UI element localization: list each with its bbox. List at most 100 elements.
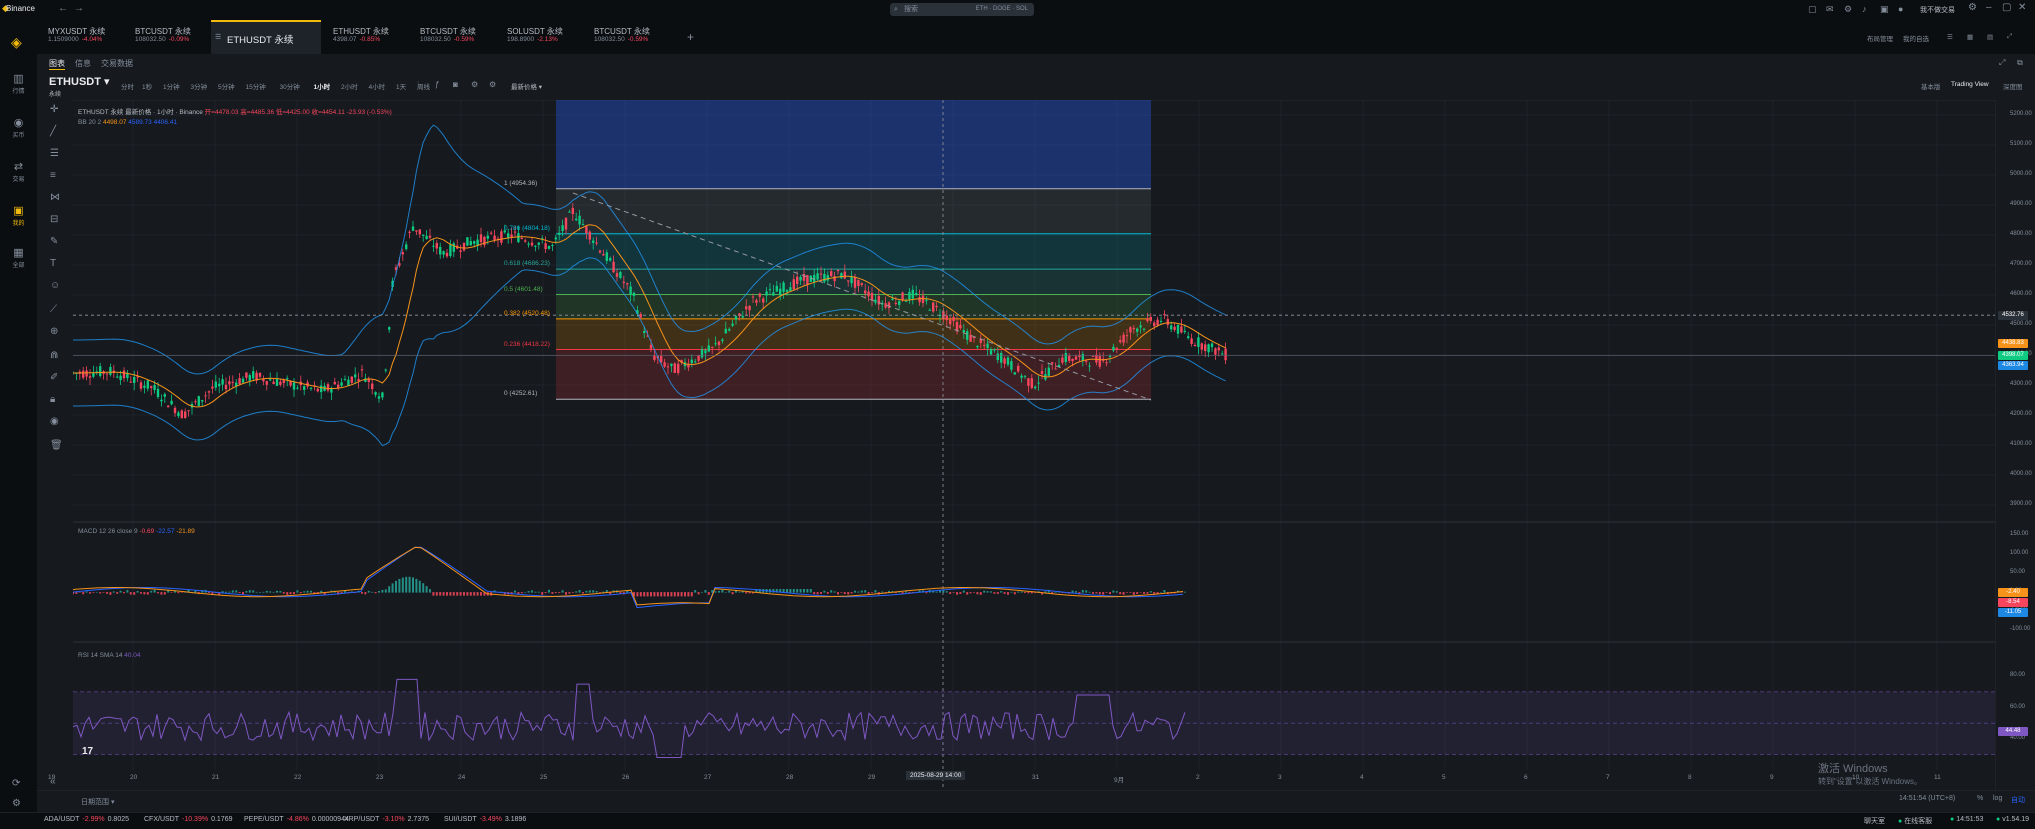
interval-2[interactable]: 1分钟	[163, 81, 180, 91]
maximize-icon[interactable]: ▢	[2002, 2, 2011, 13]
candle-body	[779, 288, 782, 296]
wallet-top-icon[interactable]: ▣	[1880, 4, 1889, 15]
ticker-item[interactable]: PEPE/USDT -4.86% 0.00000944	[244, 816, 349, 823]
interval-4[interactable]: 5分钟	[218, 81, 235, 91]
popout-icon[interactable]: ⧉	[2017, 58, 2023, 68]
refresh-icon[interactable]: ⟳	[12, 778, 20, 789]
lock-icon[interactable]: 🔒︎	[50, 394, 55, 405]
tab-2[interactable]: ☰ ETHUSDT 永续	[211, 20, 321, 54]
gift-icon[interactable]: ✉	[1826, 4, 1834, 15]
fib-icon[interactable]: ⊟	[50, 214, 58, 225]
user-name[interactable]: 我不做交易	[1920, 5, 1955, 15]
macd-histogram-bar	[381, 589, 384, 593]
sidebar-item-1[interactable]: ◉ 买币	[0, 116, 37, 139]
macd-histogram-bar	[558, 592, 561, 593]
symbol-selector[interactable]: ETHUSDT ▾	[49, 75, 110, 88]
macd-histogram-bar	[116, 592, 119, 594]
trash-icon[interactable]: 🗑︎	[50, 440, 63, 451]
sidebar-item-4[interactable]: ▦ 全部	[0, 246, 37, 269]
online-service-link[interactable]: ● 在线客服	[1898, 816, 1932, 826]
crosshair-icon[interactable]: ✛	[50, 104, 58, 115]
channel-icon[interactable]: ≡	[50, 170, 56, 181]
tab-0[interactable]: MYXUSDT 永续 1.1509000 -4.04%	[37, 20, 123, 54]
candle-body	[459, 250, 462, 252]
tab-5[interactable]: SOLUSDT 永续 198.8900 -2.13%	[496, 20, 582, 54]
subtab-info[interactable]: 信息	[75, 58, 91, 69]
brush-icon[interactable]: ✎	[50, 236, 58, 247]
interval-10[interactable]: 1天	[396, 81, 406, 91]
fullscreen-icon[interactable]: ⤢	[1999, 58, 2005, 68]
interval-0[interactable]: 分时	[121, 81, 134, 91]
subtab-chart[interactable]: 图表	[49, 58, 65, 70]
macd-histogram-bar	[571, 592, 574, 593]
macd-histogram-bar	[398, 578, 401, 593]
sidebar-item-2[interactable]: ⇄ 交易	[0, 160, 37, 183]
panel-icon[interactable]: ▤	[1987, 33, 1993, 41]
zoom-icon[interactable]: ⊕	[50, 326, 58, 337]
interval-5[interactable]: 15分钟	[246, 81, 266, 91]
emoji-icon[interactable]: ☺	[50, 280, 60, 291]
settings-bottom-icon[interactable]: ⚙	[12, 798, 21, 809]
candle-body	[320, 385, 323, 393]
timezone-clock[interactable]: 14:51:54 (UTC+8)	[1899, 795, 1955, 802]
layout-icon[interactable]: ⚙	[489, 80, 496, 89]
log-toggle[interactable]: log	[1993, 795, 2002, 802]
close-icon[interactable]: ✕	[2018, 2, 2026, 13]
trend-line-icon[interactable]: ╱	[50, 126, 56, 137]
latest-price-toggle[interactable]: 最新价格 ▾	[511, 81, 542, 91]
view-depth[interactable]: 深度图	[2003, 81, 2023, 91]
percent-toggle[interactable]: %	[1977, 795, 1983, 802]
ticker-item[interactable]: XRP/USDT -3.10% 2.7375	[344, 816, 429, 823]
tab-4[interactable]: BTCUSDT 永续 108032.50 -0.59%	[409, 20, 495, 54]
date-range-selector[interactable]: 日期范围 ▾	[81, 797, 114, 807]
tab-1[interactable]: BTCUSDT 永续 108032.50 -0.09%	[124, 20, 210, 54]
view-tradingview[interactable]: Trading View	[1951, 81, 1989, 88]
sidebar-item-0[interactable]: ▥ 行情	[0, 72, 37, 95]
ticker-item[interactable]: ADA/USDT -2.99% 0.8025	[44, 816, 129, 823]
back-icon[interactable]: ←	[58, 3, 68, 14]
sidebar-item-3[interactable]: ▣ 我的	[0, 204, 37, 227]
price-chart[interactable]	[73, 100, 1995, 790]
avatar[interactable]: ●	[1898, 4, 1903, 14]
horizontal-lines-icon[interactable]: ☰	[50, 148, 59, 159]
chart-type-icon[interactable]: ⫶	[417, 80, 419, 90]
ticker-item[interactable]: SUI/USDT -3.49% 3.1896	[444, 816, 526, 823]
subtab-trading-data[interactable]: 交易数据	[101, 58, 133, 69]
search-input[interactable]: ⌕ 搜索 ETH · DOGE · SOL	[890, 3, 1034, 16]
notification-icon[interactable]: ⚙	[1844, 4, 1852, 15]
pattern-icon[interactable]: ⋈	[50, 192, 60, 203]
minimize-icon[interactable]: –	[1986, 2, 1992, 13]
ticker-item[interactable]: CFX/USDT -10.39% 0.1769	[144, 816, 233, 823]
view-basic[interactable]: 基本版	[1921, 81, 1941, 91]
interval-7[interactable]: 1小时	[314, 81, 331, 91]
window-icon[interactable]: ▢	[1808, 4, 1817, 15]
interval-1[interactable]: 1秒	[142, 81, 152, 91]
settings-chart-icon[interactable]: ⚙	[471, 80, 478, 89]
magnet-icon[interactable]: ⋒	[50, 350, 58, 361]
forward-icon[interactable]: →	[74, 3, 84, 14]
camera-icon[interactable]: ◙	[453, 80, 458, 89]
ruler-icon[interactable]: ⟋	[50, 304, 57, 315]
auto-toggle[interactable]: 自动	[2011, 795, 2025, 805]
interval-6[interactable]: 30分钟	[280, 81, 300, 91]
interval-9[interactable]: 4小时	[369, 81, 386, 91]
layout-manager-link[interactable]: 布局管理	[1867, 33, 1893, 43]
my-favorites-link[interactable]: 我的自选	[1903, 33, 1929, 43]
eye-icon[interactable]: ◉	[50, 416, 59, 427]
pencil-lock-icon[interactable]: ✐	[50, 372, 58, 383]
settings-icon[interactable]: ⚙	[1968, 2, 1977, 13]
macd-histogram-bar	[1013, 592, 1016, 595]
add-tab-icon[interactable]: +	[687, 30, 694, 44]
tab-3[interactable]: ETHUSDT 永续 4398.07 -0.85%	[322, 20, 408, 54]
grid-icon[interactable]: ▦	[1967, 33, 1973, 41]
text-icon[interactable]: T	[50, 258, 56, 269]
list-icon[interactable]: ☰	[1947, 33, 1953, 41]
interval-3[interactable]: 3分钟	[191, 81, 208, 91]
bell-icon[interactable]: ♪	[1862, 4, 1867, 14]
tab-6[interactable]: BTCUSDT 永续 108032.50 -0.59%	[583, 20, 669, 54]
indicators-icon[interactable]: ƒ	[435, 80, 439, 89]
interval-8[interactable]: 2小时	[341, 81, 358, 91]
expand-icon[interactable]: ⤢	[2007, 33, 2012, 41]
chatroom-link[interactable]: 聊天室	[1864, 816, 1885, 826]
price-axis[interactable]: 5200.00 5100.00 5000.00 4900.00 4800.00 4700.…	[1995, 100, 2035, 790]
